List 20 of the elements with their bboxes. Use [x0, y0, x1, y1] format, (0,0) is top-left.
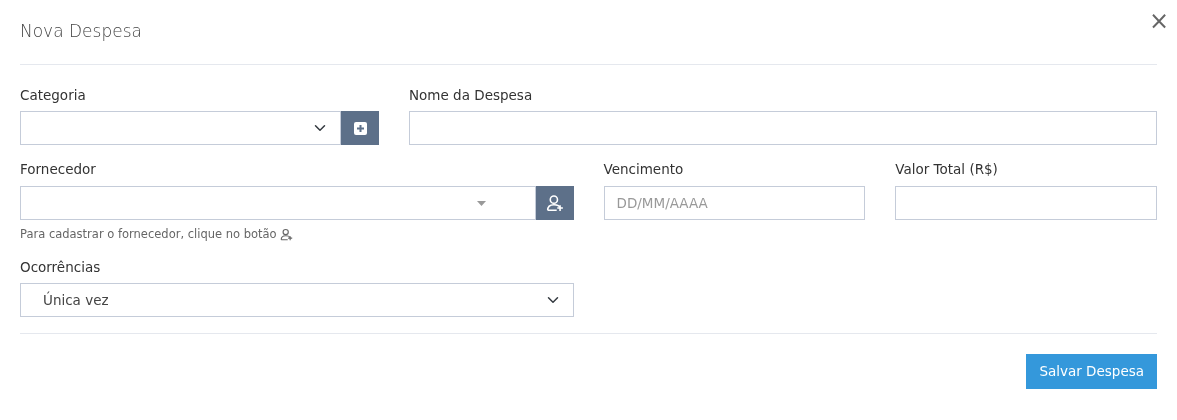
user-plus-icon [279, 227, 293, 241]
text-field[interactable] [409, 111, 1157, 146]
text-field[interactable]: DD/MM/AAAA [603, 185, 866, 220]
save-button[interactable]: Salvar Despesa [1026, 354, 1157, 389]
occurrence-select[interactable]: Única vez [20, 283, 574, 317]
field-label: Categoria [20, 86, 87, 105]
user-plus-icon [545, 193, 564, 212]
add-category-button[interactable] [341, 111, 379, 146]
field-label: Vencimento [603, 160, 685, 180]
field-label: Fornecedor [20, 160, 97, 180]
close-button[interactable]: × [1148, 9, 1169, 33]
plus-icon [353, 121, 367, 135]
text-field[interactable] [895, 185, 1157, 220]
caret-icon [476, 200, 486, 206]
field-label: Ocorrências [20, 257, 102, 277]
field-label: Valor Total (R$) [895, 160, 999, 180]
hint-text: Para cadastrar o fornecedor, clique no botão [20, 225, 277, 243]
add-supplier-button[interactable] [535, 185, 574, 220]
field-label: Nome da Despesa [409, 86, 534, 105]
dialog-title: Nova Despesa [20, 20, 142, 44]
